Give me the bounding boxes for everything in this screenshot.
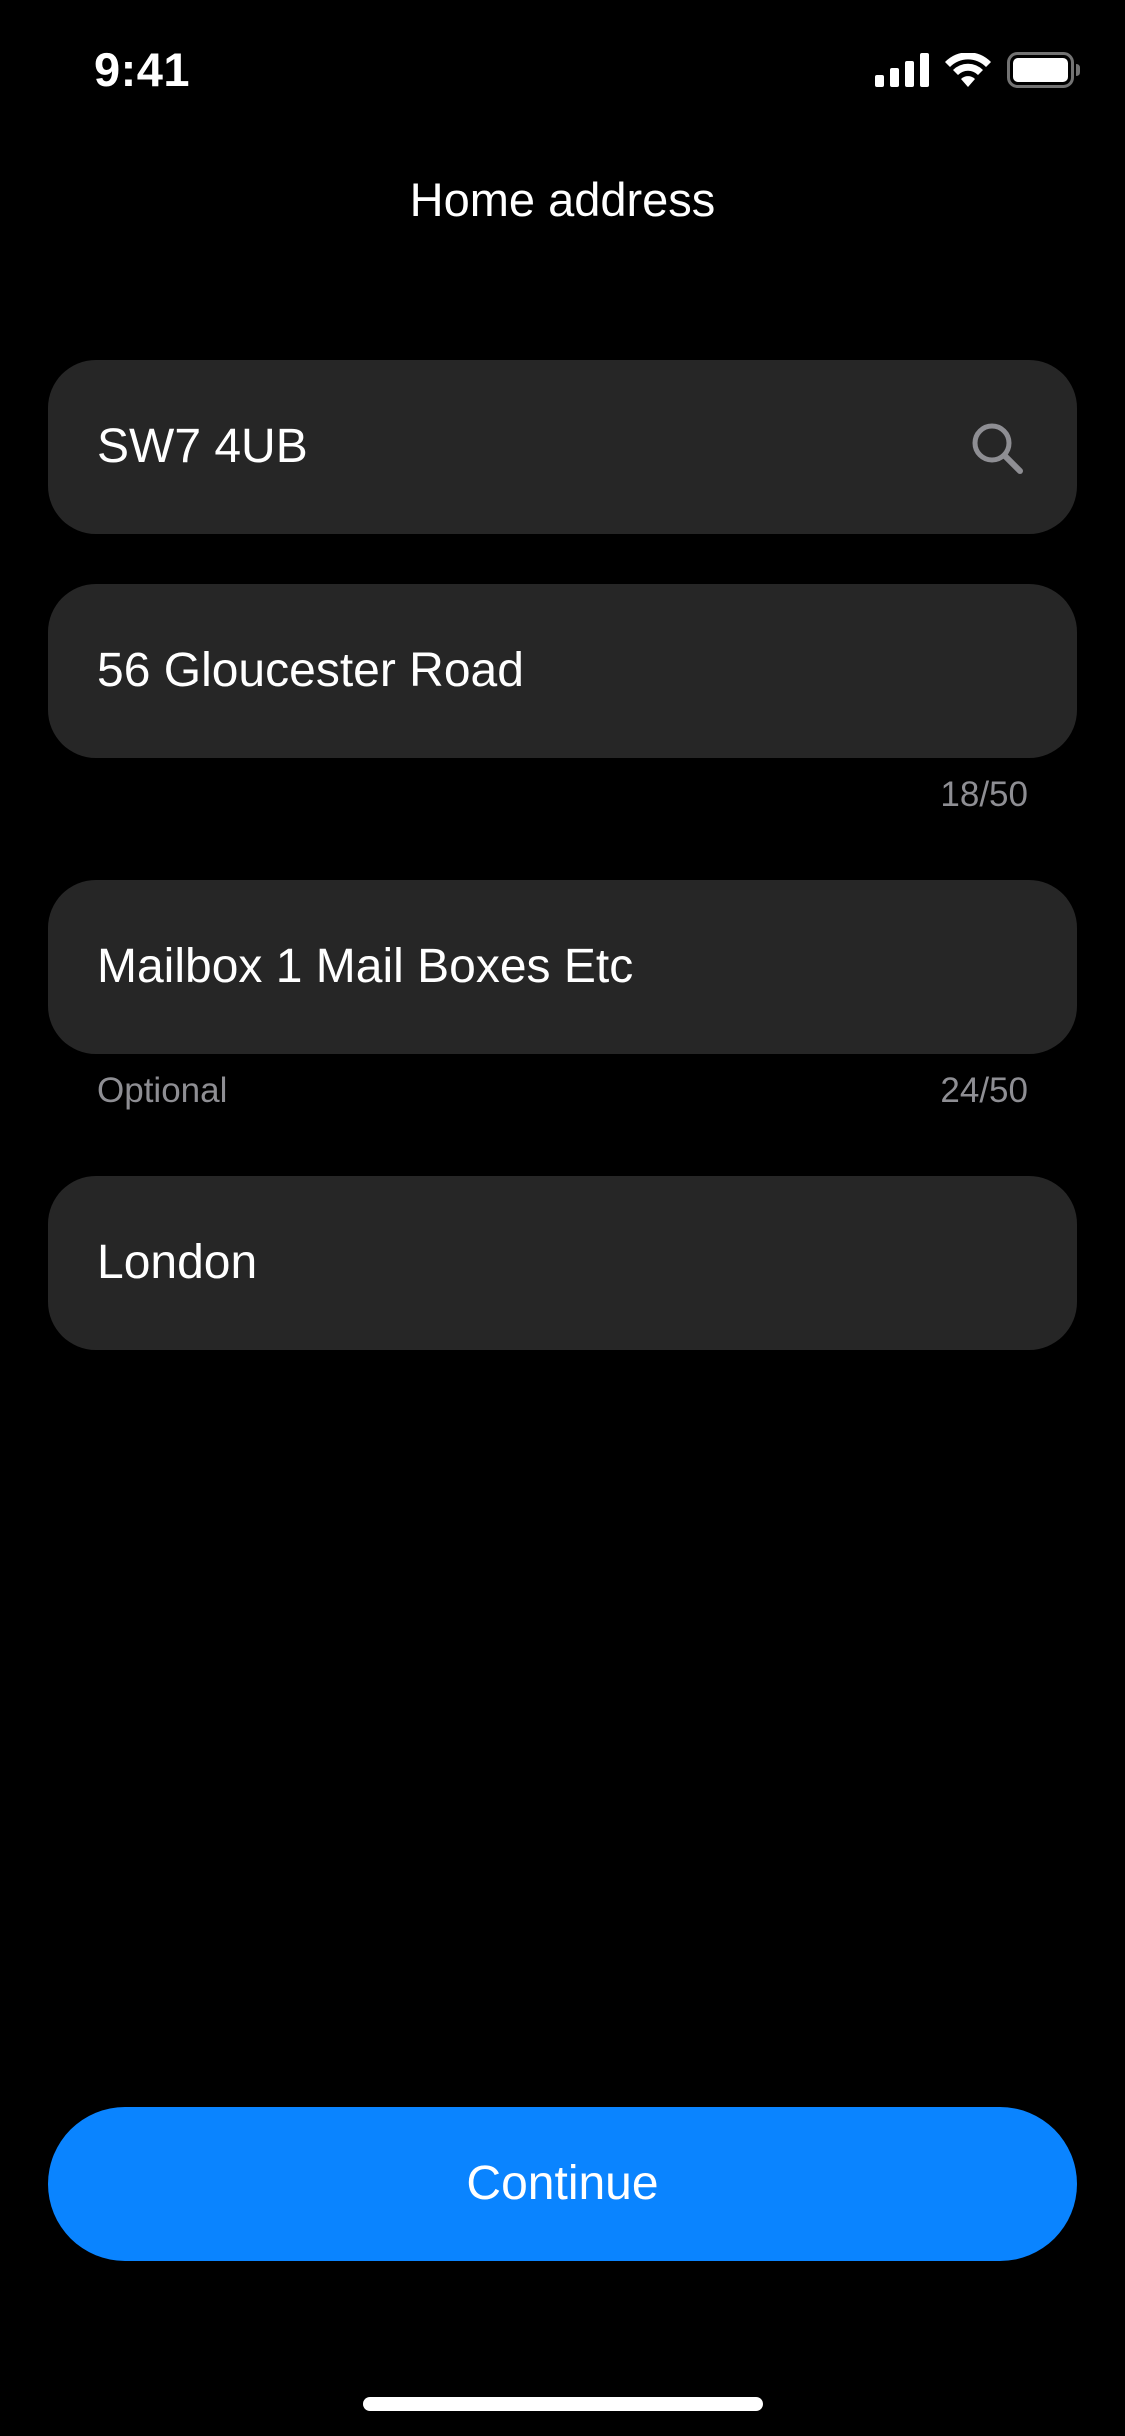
address-line-1-counter: 18/50	[940, 775, 1028, 814]
address-line-1-field[interactable]: 56 Gloucester Road	[48, 584, 1077, 758]
city-value: London	[97, 1236, 258, 1289]
postcode-search-field[interactable]: SW7 4UB	[48, 360, 1077, 534]
address-line-1-value: 56 Gloucester Road	[97, 644, 524, 697]
address-line-2-value: Mailbox 1 Mail Boxes Etc	[97, 940, 634, 993]
postcode-value: SW7 4UB	[97, 420, 308, 473]
home-indicator[interactable]	[363, 2397, 763, 2411]
status-time: 9:41	[94, 43, 191, 96]
status-bar: 9:41	[0, 0, 1125, 132]
address-line-2-counter: 24/50	[940, 1071, 1028, 1110]
status-icons	[875, 50, 1081, 90]
page-title: Home address	[409, 173, 716, 226]
battery-icon	[1007, 52, 1081, 88]
wifi-icon	[945, 53, 991, 87]
address-line-2-hint: Optional	[97, 1071, 228, 1110]
search-icon[interactable]	[969, 420, 1025, 476]
address-line-2-field[interactable]: Mailbox 1 Mail Boxes Etc	[48, 880, 1077, 1054]
cellular-signal-icon	[875, 53, 929, 87]
continue-button[interactable]: Continue	[48, 2107, 1077, 2261]
city-field[interactable]: London	[48, 1176, 1077, 1350]
